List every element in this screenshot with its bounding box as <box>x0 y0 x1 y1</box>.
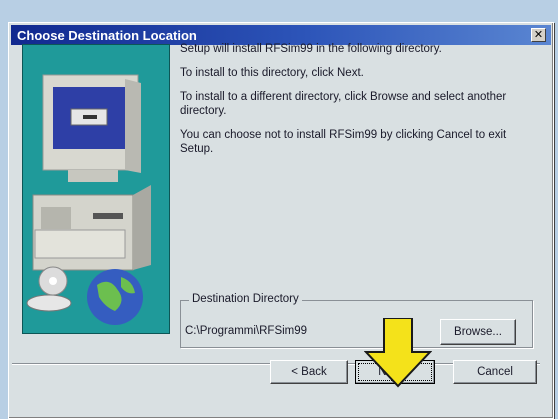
setup-artwork <box>22 44 170 334</box>
cancel-button-label: Cancel <box>477 366 513 378</box>
browse-button-label: Browse... <box>454 326 502 338</box>
destination-path: C:\Programmi\RFSim99 <box>185 325 308 337</box>
instruction-line-1: Setup will install RFSim99 in the follow… <box>180 43 442 55</box>
window-title: Choose Destination Location <box>17 27 197 43</box>
down-arrow-icon <box>364 318 432 388</box>
destination-directory-label: Destination Directory <box>189 293 302 305</box>
instruction-line-3: To install to a different directory, cli… <box>180 91 507 117</box>
browse-button[interactable]: Browse... <box>440 319 516 345</box>
close-button[interactable]: ✕ <box>531 28 546 42</box>
cancel-button[interactable]: Cancel <box>453 360 537 384</box>
computer-illustration-icon <box>23 45 169 333</box>
instruction-line-4: You can choose not to install RFSim99 by… <box>180 129 507 155</box>
back-button[interactable]: < Back <box>270 360 348 384</box>
close-icon: ✕ <box>533 28 544 41</box>
instructions: Setup will install RFSim99 in the follow… <box>180 42 535 166</box>
instruction-line-2: To install to this directory, click Next… <box>180 67 364 79</box>
back-button-label: < Back <box>291 366 327 378</box>
